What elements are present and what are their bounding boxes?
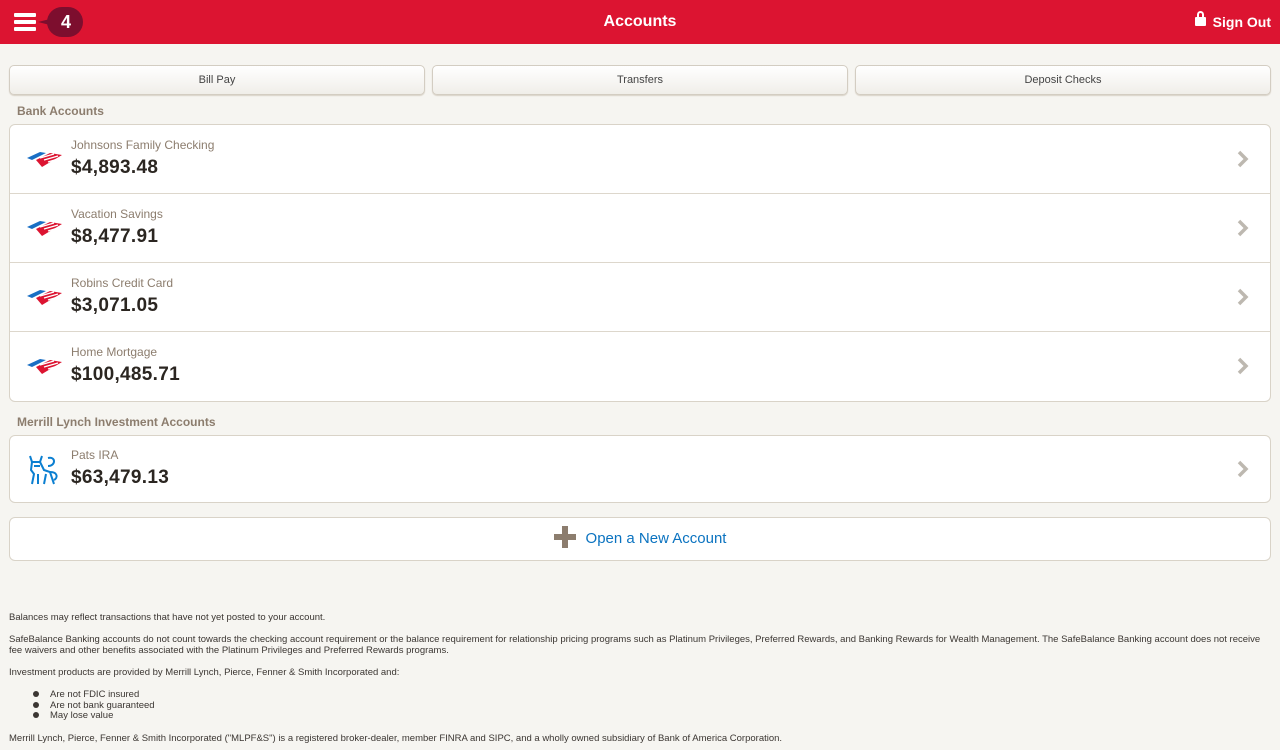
account-name: Home Mortgage [71,345,158,359]
account-row[interactable]: Pats IRA $63,479.13 [10,436,1270,502]
disclaimer-bullets: Are not FDIC insured Are not bank guaran… [9,689,1271,722]
plus-icon [553,526,576,549]
page-title: Accounts [603,13,677,30]
bank-accounts-heading: Bank Accounts [17,104,104,118]
account-balance: $100,485.71 [71,364,180,385]
disclaimer-balances: Balances may reflect transactions that h… [9,612,326,623]
disclaimer-investment: Investment products are provided by Merr… [9,667,400,678]
transfers-button[interactable]: Transfers [432,65,848,95]
disclaimer-safebalance: SafeBalance Banking accounts do not coun… [9,634,1261,656]
bullet-item: Are not bank guaranteed [33,700,1271,712]
account-balance: $8,477.91 [71,226,159,247]
account-balance: $4,893.48 [71,157,159,178]
bofa-logo-icon [27,152,62,167]
account-balance: $3,071.05 [71,295,159,316]
chevron-right-icon [1237,150,1249,168]
chevron-right-icon [1237,357,1249,375]
open-new-account-button[interactable]: Open a New Account [9,517,1271,561]
account-name: Vacation Savings [71,207,163,221]
bill-pay-button[interactable]: Bill Pay [9,65,425,95]
bank-accounts-list: Johnsons Family Checking $4,893.48 Vacat… [9,124,1271,402]
disclaimer-mlpfs: Merrill Lynch, Pierce, Fenner & Smith In… [9,733,783,744]
menu-icon[interactable] [14,13,36,31]
open-account-label: Open a New Account [585,530,727,547]
bofa-logo-icon [27,359,62,374]
account-balance: $63,479.13 [71,467,170,488]
chevron-right-icon [1237,460,1249,478]
deposit-checks-button[interactable]: Deposit Checks [855,65,1271,95]
account-name: Johnsons Family Checking [71,138,215,152]
sign-out-button[interactable]: Sign Out [1194,0,1271,44]
bullet-item: Are not FDIC insured [33,689,1271,701]
notification-badge[interactable]: 4 [38,7,83,37]
account-name: Robins Credit Card [71,276,174,290]
app-header: Accounts 4 Sign Out [0,0,1280,44]
lock-icon [1194,11,1206,26]
sign-out-label: Sign Out [1212,14,1271,30]
account-row[interactable]: Home Mortgage $100,485.71 [10,332,1270,401]
account-row[interactable]: Vacation Savings $8,477.91 [10,194,1270,263]
bofa-logo-icon [27,290,62,305]
account-row[interactable]: Johnsons Family Checking $4,893.48 [10,125,1270,194]
bullet-item: May lose value [33,710,1271,722]
investment-accounts-list: Pats IRA $63,479.13 [9,435,1271,503]
investment-accounts-heading: Merrill Lynch Investment Accounts [17,415,216,429]
merrill-bull-logo-icon [29,455,58,485]
chevron-right-icon [1237,219,1249,237]
chevron-right-icon [1237,288,1249,306]
account-row[interactable]: Robins Credit Card $3,071.05 [10,263,1270,332]
account-name: Pats IRA [71,448,119,462]
bofa-logo-icon [27,221,62,236]
